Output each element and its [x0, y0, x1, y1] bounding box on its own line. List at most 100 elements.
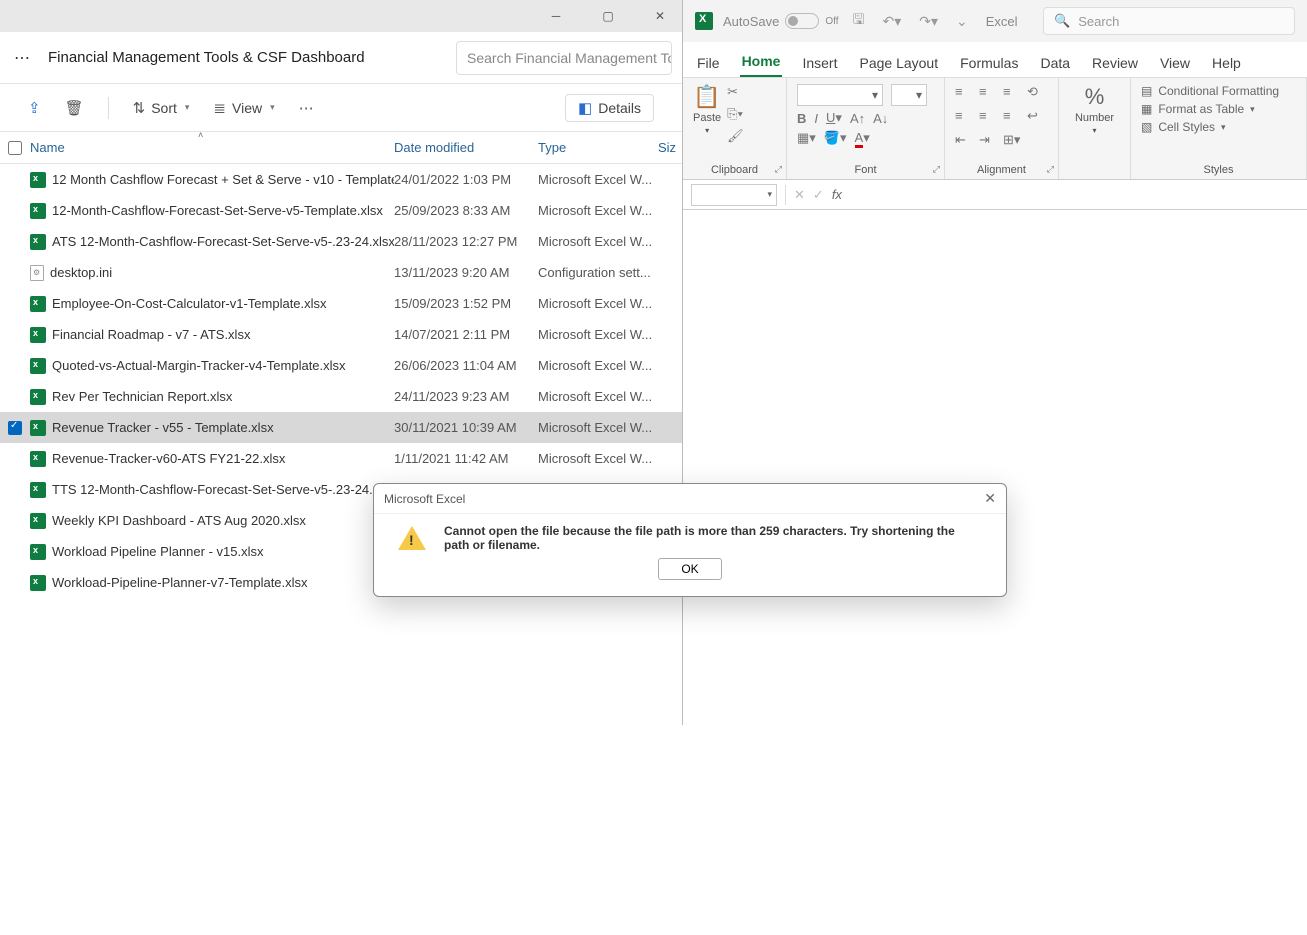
- explorer-search-input[interactable]: Search Financial Management To…: [456, 41, 672, 75]
- paste-button[interactable]: 📋 Paste ▾: [693, 84, 721, 135]
- toolbar-separator: [108, 97, 109, 119]
- autosave-toggle[interactable]: AutoSave Off: [723, 13, 839, 29]
- file-row[interactable]: Rev Per Technician Report.xlsx24/11/2023…: [0, 381, 682, 412]
- file-name-text: Financial Roadmap - v7 - ATS.xlsx: [52, 327, 250, 342]
- dialog-close-button[interactable]: ✕: [984, 490, 996, 507]
- undo-icon[interactable]: ↶▾: [878, 13, 905, 30]
- formula-bar: ▾ ✕ ✓ fx: [683, 180, 1307, 210]
- file-row[interactable]: Employee-On-Cost-Calculator-v1-Template.…: [0, 288, 682, 319]
- align-top-icon[interactable]: ≡: [955, 84, 975, 104]
- ribbon-tab-data[interactable]: Data: [1038, 49, 1072, 77]
- cell-styles-button[interactable]: ▧ Cell Styles▾: [1141, 120, 1279, 134]
- delete-icon[interactable]: 🗑: [65, 99, 84, 117]
- file-date-cell: 24/01/2022 1:03 PM: [394, 172, 538, 187]
- border-button[interactable]: ▦▾: [797, 130, 816, 146]
- details-pane-button[interactable]: ◧ Details: [565, 94, 654, 122]
- file-row[interactable]: Financial Roadmap - v7 - ATS.xlsx14/07/2…: [0, 319, 682, 350]
- excel-file-icon: [30, 544, 46, 560]
- name-box[interactable]: ▾: [691, 184, 777, 206]
- select-all-checkbox[interactable]: [0, 141, 30, 155]
- qat-customize-icon[interactable]: ⌄: [952, 13, 972, 30]
- column-header-date[interactable]: Date modified: [394, 140, 538, 155]
- ok-button[interactable]: OK: [658, 558, 722, 580]
- ribbon-tab-view[interactable]: View: [1158, 49, 1192, 77]
- column-header-size[interactable]: Siz: [658, 140, 682, 155]
- file-row[interactable]: desktop.ini13/11/2023 9:20 AMConfigurati…: [0, 257, 682, 288]
- cut-icon[interactable]: ✂: [727, 84, 744, 100]
- minimize-button[interactable]: ─: [542, 2, 570, 30]
- column-header-name[interactable]: Name: [30, 140, 394, 155]
- merge-icon[interactable]: ⊞▾: [1003, 132, 1023, 152]
- search-placeholder-text: Search Financial Management To…: [467, 50, 672, 66]
- view-button[interactable]: ≣ View ▾: [213, 99, 274, 117]
- file-name-text: Quoted-vs-Actual-Margin-Tracker-v4-Templ…: [52, 358, 346, 373]
- share-icon[interactable]: ⇪: [28, 99, 41, 117]
- dialog-launcher-icon[interactable]: ⤢: [933, 164, 940, 175]
- ribbon-tab-insert[interactable]: Insert: [800, 49, 839, 77]
- breadcrumb-current[interactable]: Financial Management Tools & CSF Dashboa…: [48, 49, 365, 66]
- align-center-icon[interactable]: ≡: [979, 108, 999, 128]
- file-date-cell: 28/11/2023 12:27 PM: [394, 234, 538, 249]
- close-button[interactable]: ✕: [646, 2, 674, 30]
- excel-file-icon: [30, 420, 46, 436]
- wrap-text-icon[interactable]: ↩: [1027, 108, 1047, 128]
- dialog-launcher-icon[interactable]: ⤢: [775, 164, 782, 175]
- orientation-icon[interactable]: ⟲: [1027, 84, 1047, 104]
- decrease-font-icon[interactable]: A↓: [873, 111, 888, 126]
- align-right-icon[interactable]: ≡: [1003, 108, 1023, 128]
- app-name: Excel: [986, 14, 1018, 29]
- file-row[interactable]: 12 Month Cashflow Forecast + Set & Serve…: [0, 164, 682, 195]
- file-row[interactable]: Revenue Tracker - v55 - Template.xlsx30/…: [0, 412, 682, 443]
- more-icon[interactable]: ⋯: [299, 99, 314, 117]
- ribbon-tab-file[interactable]: File: [695, 49, 722, 77]
- excel-file-icon: [30, 203, 46, 219]
- align-middle-icon[interactable]: ≡: [979, 84, 999, 104]
- column-header-type[interactable]: Type: [538, 140, 658, 155]
- ribbon-tab-review[interactable]: Review: [1090, 49, 1140, 77]
- align-bottom-icon[interactable]: ≡: [1003, 84, 1023, 104]
- breadcrumb-overflow[interactable]: ⋯: [10, 48, 34, 68]
- file-date-cell: 1/11/2021 11:42 AM: [394, 451, 538, 466]
- conditional-formatting-button[interactable]: ▤ Conditional Formatting: [1141, 84, 1279, 98]
- file-row[interactable]: 12-Month-Cashflow-Forecast-Set-Serve-v5-…: [0, 195, 682, 226]
- underline-button[interactable]: U▾: [826, 110, 842, 126]
- fill-color-button[interactable]: 🪣▾: [824, 130, 847, 146]
- file-name-cell: 12-Month-Cashflow-Forecast-Set-Serve-v5-…: [30, 203, 394, 219]
- maximize-button[interactable]: ▢: [594, 2, 622, 30]
- ribbon-tab-home[interactable]: Home: [740, 47, 783, 77]
- file-type-cell: Microsoft Excel W...: [538, 296, 658, 311]
- ribbon-group-number: % Number ▾: [1059, 78, 1131, 179]
- insert-function-icon[interactable]: fx: [832, 187, 842, 202]
- decrease-indent-icon[interactable]: ⇤: [955, 132, 975, 152]
- ribbon-tab-page-layout[interactable]: Page Layout: [857, 49, 940, 77]
- row-checkbox[interactable]: [0, 421, 30, 435]
- format-painter-icon[interactable]: 🖌: [727, 128, 744, 144]
- ribbon-tab-help[interactable]: Help: [1210, 49, 1243, 77]
- font-color-button[interactable]: A▾: [855, 130, 870, 146]
- font-size-select[interactable]: ▾: [891, 84, 927, 106]
- increase-indent-icon[interactable]: ⇥: [979, 132, 999, 152]
- format-as-table-button[interactable]: ▦ Format as Table▾: [1141, 102, 1279, 116]
- ribbon-tab-formulas[interactable]: Formulas: [958, 49, 1020, 77]
- increase-font-icon[interactable]: A↑: [850, 111, 865, 126]
- bold-button[interactable]: B: [797, 111, 806, 126]
- ribbon-tabs: File Home Insert Page Layout Formulas Data Rev…: [683, 42, 1307, 78]
- file-row[interactable]: Revenue-Tracker-v60-ATS FY21-22.xlsx1/11…: [0, 443, 682, 474]
- redo-icon[interactable]: ↷▾: [915, 13, 942, 30]
- sort-button[interactable]: ⇅ Sort ▾: [133, 99, 190, 117]
- styles-group-label: Styles: [1141, 164, 1296, 177]
- cancel-formula-icon[interactable]: ✕: [794, 187, 805, 203]
- font-name-select[interactable]: ▾: [797, 84, 883, 106]
- align-left-icon[interactable]: ≡: [955, 108, 975, 128]
- number-format-button[interactable]: % Number ▾: [1075, 84, 1114, 135]
- file-row[interactable]: ATS 12-Month-Cashflow-Forecast-Set-Serve…: [0, 226, 682, 257]
- save-icon[interactable]: 🖫: [849, 9, 869, 33]
- excel-search-input[interactable]: 🔍 Search: [1043, 7, 1295, 35]
- italic-button[interactable]: I: [814, 111, 818, 126]
- copy-icon[interactable]: ⎘▾: [727, 106, 744, 122]
- file-name-cell: Weekly KPI Dashboard - ATS Aug 2020.xlsx: [30, 513, 394, 529]
- file-row[interactable]: Quoted-vs-Actual-Margin-Tracker-v4-Templ…: [0, 350, 682, 381]
- dialog-launcher-icon[interactable]: ⤢: [1047, 164, 1054, 175]
- enter-formula-icon[interactable]: ✓: [813, 187, 824, 203]
- excel-file-icon: [30, 513, 46, 529]
